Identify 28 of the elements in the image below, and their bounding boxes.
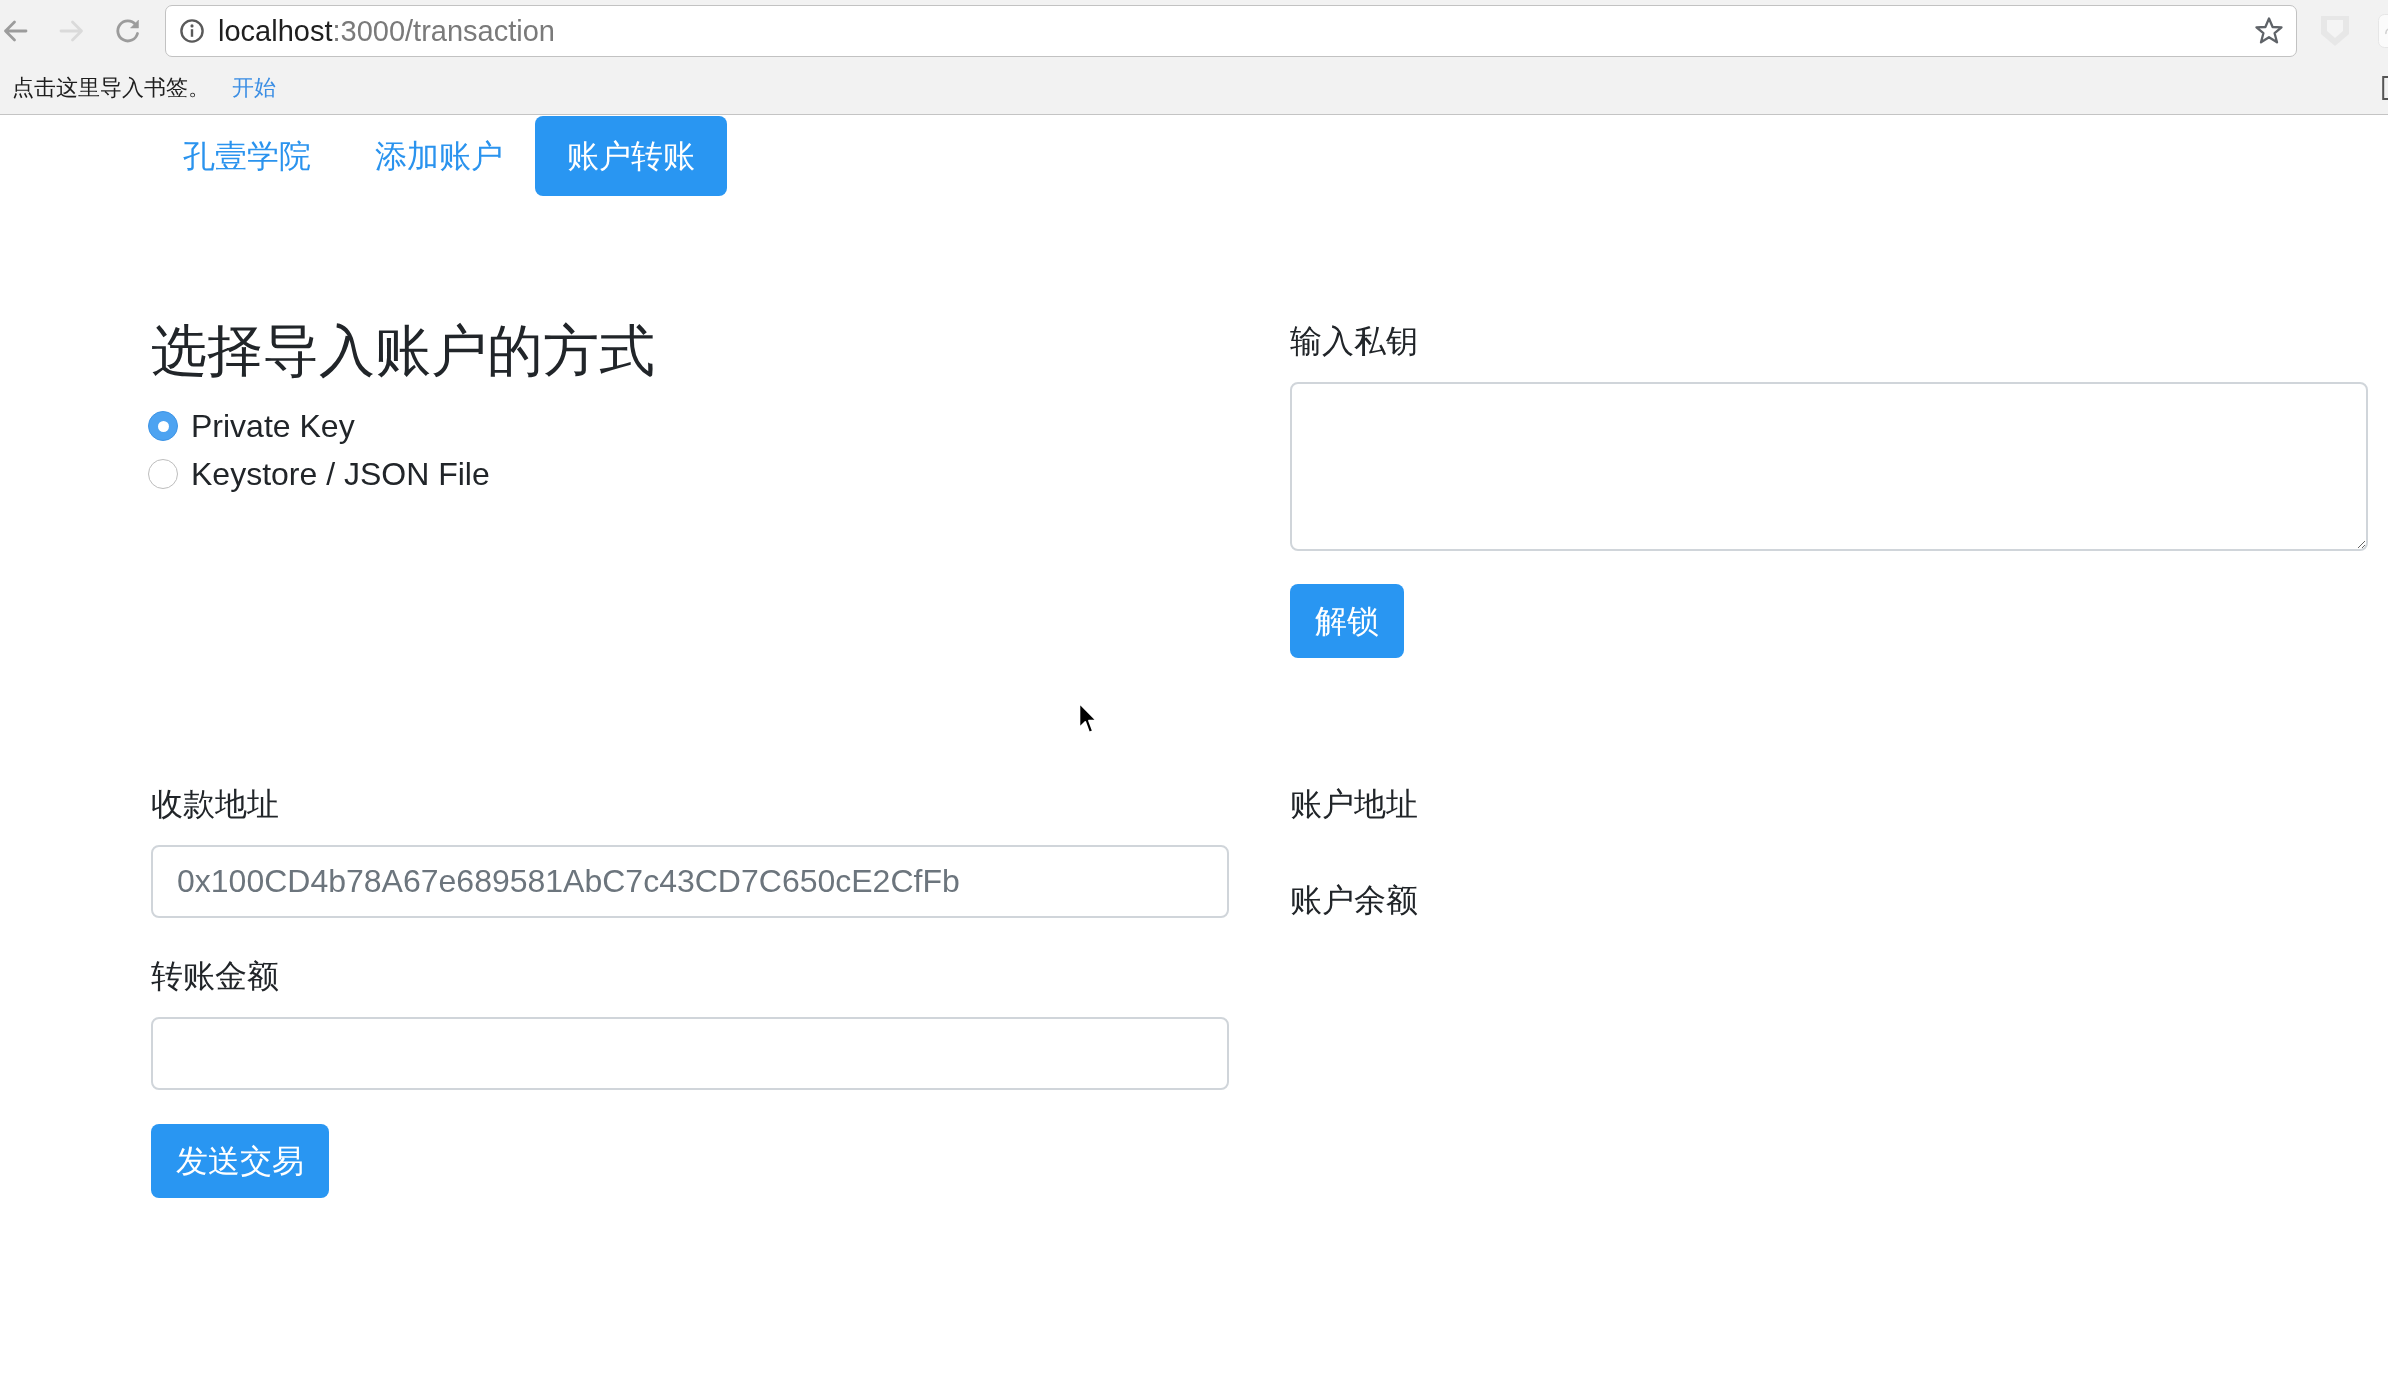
app-icon[interactable]: [2378, 13, 2388, 48]
cursor-icon: [1078, 702, 1098, 735]
amount-field[interactable]: [151, 1017, 1229, 1090]
info-label: 账户余额: [1290, 881, 1419, 920]
field-label: 转账金额: [151, 957, 280, 996]
address-bar[interactable]: localhost:3000/transaction: [165, 4, 2297, 57]
send-button[interactable]: 发送交易: [151, 1124, 329, 1198]
info-icon[interactable]: [180, 18, 204, 43]
nav-tab[interactable]: 添加账户: [343, 116, 535, 196]
url-text: localhost:3000/transaction: [218, 13, 556, 49]
radio-button[interactable]: [148, 459, 178, 490]
unlock-button[interactable]: 解锁: [1290, 584, 1404, 658]
section-title: 选择导入账户的方式: [151, 318, 656, 384]
nav-tab[interactable]: 账户转账: [535, 116, 727, 196]
field-label: 输入私钥: [1290, 322, 1419, 361]
info-label: 账户地址: [1290, 785, 1419, 824]
field-label: 收款地址: [151, 785, 280, 824]
nav-tab[interactable]: 孔壹学院: [151, 116, 343, 196]
reload-icon[interactable]: [115, 17, 141, 44]
radio-label[interactable]: Keystore / JSON File: [191, 450, 490, 499]
folder-icon[interactable]: [2382, 75, 2388, 100]
bookmark-link[interactable]: 开始: [232, 72, 276, 103]
radio-label[interactable]: Private Key: [191, 402, 355, 451]
radio-button[interactable]: [148, 411, 178, 442]
bookmarks-hint: 点击这里导入书签。: [12, 73, 210, 102]
address-field[interactable]: 0x100CD4b78A67e689581AbC7c43CD7C650cE2CfFb: [151, 845, 1229, 918]
star-icon[interactable]: [2255, 17, 2283, 44]
private-key-field[interactable]: [1290, 382, 2368, 551]
